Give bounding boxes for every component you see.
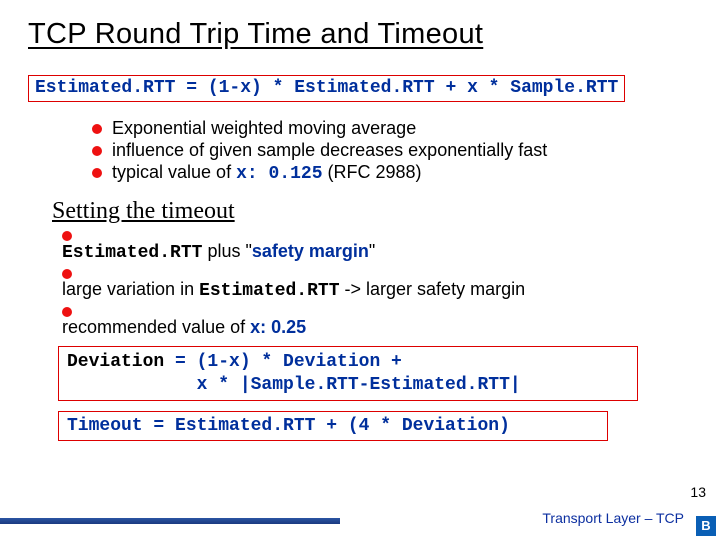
bullet-icon <box>92 124 102 134</box>
slide-title: TCP Round Trip Time and Timeout <box>28 18 692 51</box>
text-frag: plus " <box>202 241 251 261</box>
bullet-list-2: Estimated.RTT plus "safety margin" large… <box>62 231 692 338</box>
list-item: typical value of x: 0.125 (RFC 2988) <box>92 162 692 184</box>
safety-margin: safety margin <box>252 241 369 261</box>
list-item: Estimated.RTT plus "safety margin" <box>62 231 692 263</box>
footer-label: Transport Layer – TCP <box>542 510 684 526</box>
formula-deviation: Deviation = (1-x) * Deviation + x * |Sam… <box>58 346 638 401</box>
text-frag: -> larger safety margin <box>340 279 526 299</box>
bullet-text: influence of given sample decreases expo… <box>112 140 547 161</box>
bullet-text: Exponential weighted moving average <box>112 118 416 139</box>
x-value: x: 0.125 <box>236 164 322 184</box>
formula-timeout: Timeout = Estimated.RTT + (4 * Deviation… <box>58 411 608 441</box>
bullet-icon <box>62 231 72 241</box>
list-item: influence of given sample decreases expo… <box>92 140 692 161</box>
page-number: 13 <box>690 484 706 500</box>
formula-text: Estimated.RTT = (1-x) * Estimated.RTT + … <box>35 78 618 98</box>
dev-label: Deviation <box>67 352 164 372</box>
timeout-text: Timeout = Estimated.RTT + (4 * Deviation… <box>67 416 510 436</box>
text-frag: recommended value of <box>62 317 250 337</box>
text-frag: " <box>369 241 375 261</box>
text-frag: typical value of <box>112 162 236 182</box>
list-item: recommended value of x: 0.25 <box>62 307 692 338</box>
bullet-text: Estimated.RTT plus "safety margin" <box>62 241 375 261</box>
footer-decoration <box>0 518 340 524</box>
x-value: x: 0.25 <box>250 317 306 337</box>
bullet-icon <box>62 307 72 317</box>
text-frag: = (1-x) * Deviation + <box>164 352 402 372</box>
bullet-icon <box>62 269 72 279</box>
bullet-text: recommended value of x: 0.25 <box>62 317 306 337</box>
subheading-setting-timeout: Setting the timeout <box>52 198 692 225</box>
bullet-list-1: Exponential weighted moving average infl… <box>92 118 692 184</box>
text-frag: x * |Sample.RTT-Estimated.RTT| <box>67 375 521 395</box>
bullet-icon <box>92 146 102 156</box>
list-item: large variation in Estimated.RTT -> larg… <box>62 269 692 301</box>
bullet-text: large variation in Estimated.RTT -> larg… <box>62 279 525 299</box>
bullet-text: typical value of x: 0.125 (RFC 2988) <box>112 162 422 184</box>
text-frag: (RFC 2988) <box>323 162 422 182</box>
formula-estimated-rtt: Estimated.RTT = (1-x) * Estimated.RTT + … <box>28 75 625 102</box>
bullet-icon <box>92 168 102 178</box>
badge-b: B <box>696 516 716 536</box>
text-frag: Estimated.RTT <box>62 243 202 263</box>
list-item: Exponential weighted moving average <box>92 118 692 139</box>
text-frag: Estimated.RTT <box>199 281 339 301</box>
text-frag: large variation in <box>62 279 199 299</box>
